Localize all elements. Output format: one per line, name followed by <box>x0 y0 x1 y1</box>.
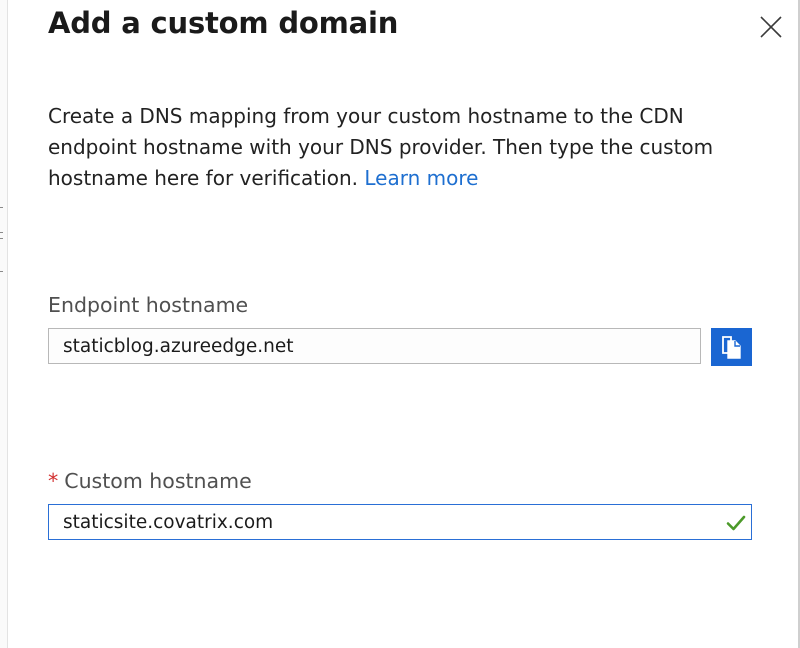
copy-icon <box>722 336 741 359</box>
edge-tick <box>0 238 3 239</box>
required-marker: * <box>48 469 59 493</box>
checkmark-icon <box>726 515 746 531</box>
custom-hostname-label-text: Custom hostname <box>64 469 252 493</box>
dialog-title: Add a custom domain <box>48 6 399 40</box>
copy-to-clipboard-button[interactable] <box>711 328 752 366</box>
edge-tick <box>0 232 3 233</box>
endpoint-hostname-label: Endpoint hostname <box>48 293 249 317</box>
edge-tick <box>0 207 3 208</box>
background-blade-edge <box>0 0 8 648</box>
learn-more-link[interactable]: Learn more <box>364 166 478 190</box>
close-icon <box>760 16 782 38</box>
endpoint-hostname-input[interactable] <box>48 328 701 364</box>
dialog-description: Create a DNS mapping from your custom ho… <box>48 101 768 194</box>
close-button[interactable] <box>758 14 784 40</box>
edge-tick <box>0 271 3 272</box>
custom-hostname-input[interactable] <box>48 504 752 540</box>
add-custom-domain-panel: Add a custom domain Create a DNS mapping… <box>0 0 800 648</box>
custom-hostname-label: * Custom hostname <box>48 469 252 493</box>
